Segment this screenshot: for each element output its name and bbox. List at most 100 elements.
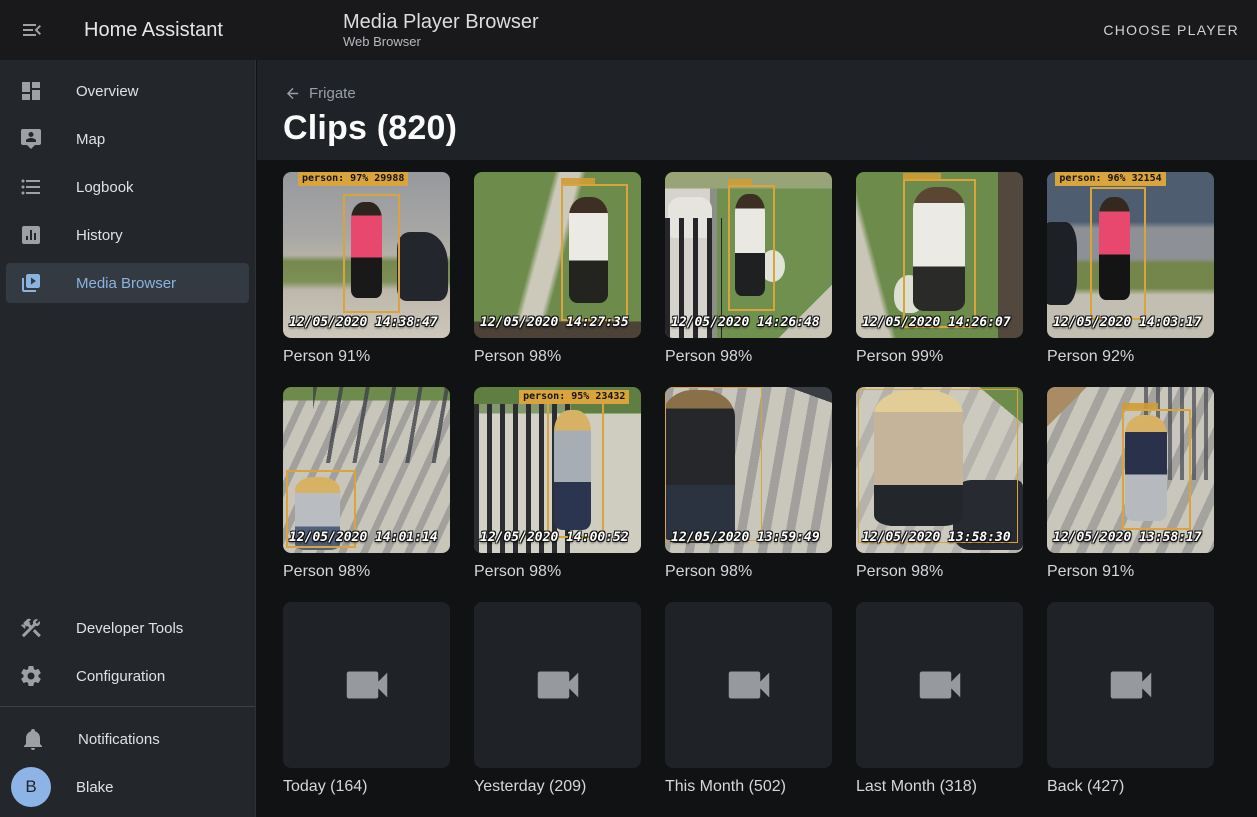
- folder-caption: Back (427): [1047, 777, 1214, 796]
- arrow-left-icon: [284, 85, 301, 102]
- detection-bounding-box: [343, 194, 400, 314]
- scene-prop: [1047, 222, 1077, 305]
- folder-caption: Last Month (318): [856, 777, 1023, 796]
- clip-card[interactable]: person: 96% 3215412/05/2020 14:03:17Pers…: [1047, 172, 1214, 366]
- camera-timestamp: 12/05/2020 14:01:14: [289, 531, 438, 544]
- folder-tile[interactable]: [1047, 602, 1214, 768]
- sidebar-item-configuration[interactable]: Configuration: [0, 652, 255, 700]
- notifications-label: Notifications: [78, 731, 160, 748]
- folder-tile[interactable]: [474, 602, 641, 768]
- videocam-icon: [722, 658, 776, 712]
- clip-caption: Person 91%: [283, 347, 450, 366]
- camera-timestamp: 12/05/2020 14:03:17: [1053, 316, 1202, 329]
- sidebar-item-history[interactable]: History: [0, 211, 255, 259]
- folder-tile[interactable]: [665, 602, 832, 768]
- clip-thumbnail-yard-man-back[interactable]: 12/05/2020 14:26:07: [856, 172, 1023, 338]
- clip-card[interactable]: 12/05/2020 13:59:49 Person 98%: [665, 387, 832, 581]
- detection-label-chip: person: 96% 32154: [1055, 172, 1165, 186]
- camera-timestamp: 12/05/2020 13:59:49: [671, 531, 820, 544]
- folder-caption: Yesterday (209): [474, 777, 641, 796]
- panel-subtitle: Web Browser: [343, 34, 539, 50]
- clip-caption: Person 98%: [665, 562, 832, 581]
- clip-caption: Person 98%: [283, 562, 450, 581]
- sidebar-item-label: History: [76, 227, 123, 244]
- format-list-bulleted-icon: [19, 175, 43, 199]
- folder-card[interactable]: Last Month (318): [856, 602, 1023, 796]
- clip-caption: Person 98%: [474, 562, 641, 581]
- sidebar-item-user[interactable]: B Blake: [0, 763, 255, 811]
- user-name-label: Blake: [76, 779, 114, 796]
- sidebar-item-map[interactable]: Map: [0, 115, 255, 163]
- clip-thumbnail-steps-black-hoodie[interactable]: 12/05/2020 13:59:49: [665, 387, 832, 553]
- breadcrumb-back[interactable]: Frigate: [284, 85, 1257, 102]
- clip-card[interactable]: 12/05/2020 14:26:07 Person 99%: [856, 172, 1023, 366]
- sidebar-item-notifications[interactable]: Notifications: [0, 715, 255, 763]
- detection-label-chip: person: 97% 29988: [298, 172, 408, 186]
- sidebar: Overview Map Logbook History Media Browser D…: [0, 60, 256, 817]
- videocam-icon: [531, 658, 585, 712]
- clip-card[interactable]: 12/05/2020 13:58:30 Person 98%: [856, 387, 1023, 581]
- media-grid-area: person: 97% 29988 12/05/2020 14:38:47 Pers…: [257, 160, 1257, 817]
- detection-bounding-box: [561, 184, 628, 322]
- cog-icon: [19, 664, 43, 688]
- clip-thumbnail-toddler-navy-shirt[interactable]: 12/05/2020 13:58:17: [1047, 387, 1214, 553]
- panel-title-block: Media Player Browser Web Browser: [343, 10, 539, 50]
- clip-caption: Person 98%: [665, 347, 832, 366]
- choose-player-button[interactable]: CHOOSE PLAYER: [1095, 14, 1247, 46]
- folder-caption: This Month (502): [665, 777, 832, 796]
- clip-card[interactable]: person: 97% 29988 12/05/2020 14:38:47 Pers…: [283, 172, 450, 366]
- sidebar-item-developer-tools[interactable]: Developer Tools: [0, 604, 255, 652]
- folder-tile[interactable]: [856, 602, 1023, 768]
- sidebar-item-media-browser[interactable]: Media Browser: [0, 259, 255, 307]
- sidebar-item-label: Overview: [76, 83, 139, 100]
- clip-thumbnail-porch-yard-man[interactable]: 12/05/2020 14:27:35: [474, 172, 641, 338]
- panel-title: Media Player Browser: [343, 10, 539, 34]
- folder-tile[interactable]: [283, 602, 450, 768]
- folder-card[interactable]: Yesterday (209): [474, 602, 641, 796]
- tooltip-account-icon: [19, 127, 43, 151]
- clip-caption: Person 98%: [856, 562, 1023, 581]
- detection-bounding-box: [903, 179, 976, 328]
- sidebar-item-label: Developer Tools: [76, 620, 183, 637]
- sidebar-item-label: Logbook: [76, 179, 134, 196]
- scene-prop: [313, 387, 450, 463]
- clip-caption: Person 91%: [1047, 562, 1214, 581]
- sidebar-item-overview[interactable]: Overview: [0, 67, 255, 115]
- avatar: B: [11, 767, 51, 807]
- videocam-icon: [913, 658, 967, 712]
- clip-thumbnail-porch-toddler[interactable]: 12/05/2020 14:01:14: [283, 387, 450, 553]
- camera-timestamp: 12/05/2020 13:58:17: [1053, 531, 1202, 544]
- sidebar-toggle-button[interactable]: [8, 6, 56, 54]
- detection-bounding-box: [547, 400, 604, 538]
- clip-card[interactable]: 12/05/2020 14:01:14 Person 98%: [283, 387, 450, 581]
- clip-card[interactable]: 12/05/2020 14:27:35Person 98%: [474, 172, 641, 366]
- clip-thumbnail-sidewalk-stroller-pink[interactable]: person: 97% 29988 12/05/2020 14:38:47: [283, 172, 450, 338]
- scene-prop: [397, 232, 449, 302]
- folder-card[interactable]: Today (164): [283, 602, 450, 796]
- detection-bounding-box: [1090, 187, 1145, 320]
- hammer-icon: [19, 616, 43, 640]
- clip-card[interactable]: 12/05/2020 13:58:17 Person 91%: [1047, 387, 1214, 581]
- clip-caption: Person 99%: [856, 347, 1023, 366]
- detection-bounding-box: [1122, 409, 1190, 530]
- camera-timestamp: 12/05/2020 14:38:47: [289, 316, 438, 329]
- sidebar-item-logbook[interactable]: Logbook: [0, 163, 255, 211]
- clip-thumbnail-sweater-stroller[interactable]: 12/05/2020 13:58:30: [856, 387, 1023, 553]
- folder-card[interactable]: Back (427): [1047, 602, 1214, 796]
- page-title: Clips (820): [283, 109, 1257, 148]
- clip-thumbnail-fence-toddler[interactable]: person: 95% 2343212/05/2020 14:00:52: [474, 387, 641, 553]
- camera-timestamp: 12/05/2020 14:27:35: [480, 316, 629, 329]
- videocam-icon: [1104, 658, 1158, 712]
- clip-thumbnail-street-stroller-pink[interactable]: person: 96% 32154 12/05/2020 14:03:17: [1047, 172, 1214, 338]
- clip-thumbnail-driveway-gate-trash[interactable]: 12/05/2020 14:26:48: [665, 172, 832, 338]
- videocam-icon: [340, 658, 394, 712]
- media-browser-header: Frigate Clips (820): [257, 60, 1257, 160]
- detection-bounding-box: [665, 387, 762, 541]
- chart-box-icon: [19, 223, 43, 247]
- detection-bounding-box: [858, 389, 1018, 543]
- clip-card[interactable]: person: 95% 2343212/05/2020 14:00:52 Pers…: [474, 387, 641, 581]
- view-dashboard-icon: [19, 79, 43, 103]
- camera-timestamp: 12/05/2020 14:26:48: [671, 316, 820, 329]
- clip-card[interactable]: 12/05/2020 14:26:48 Person 98%: [665, 172, 832, 366]
- folder-card[interactable]: This Month (502): [665, 602, 832, 796]
